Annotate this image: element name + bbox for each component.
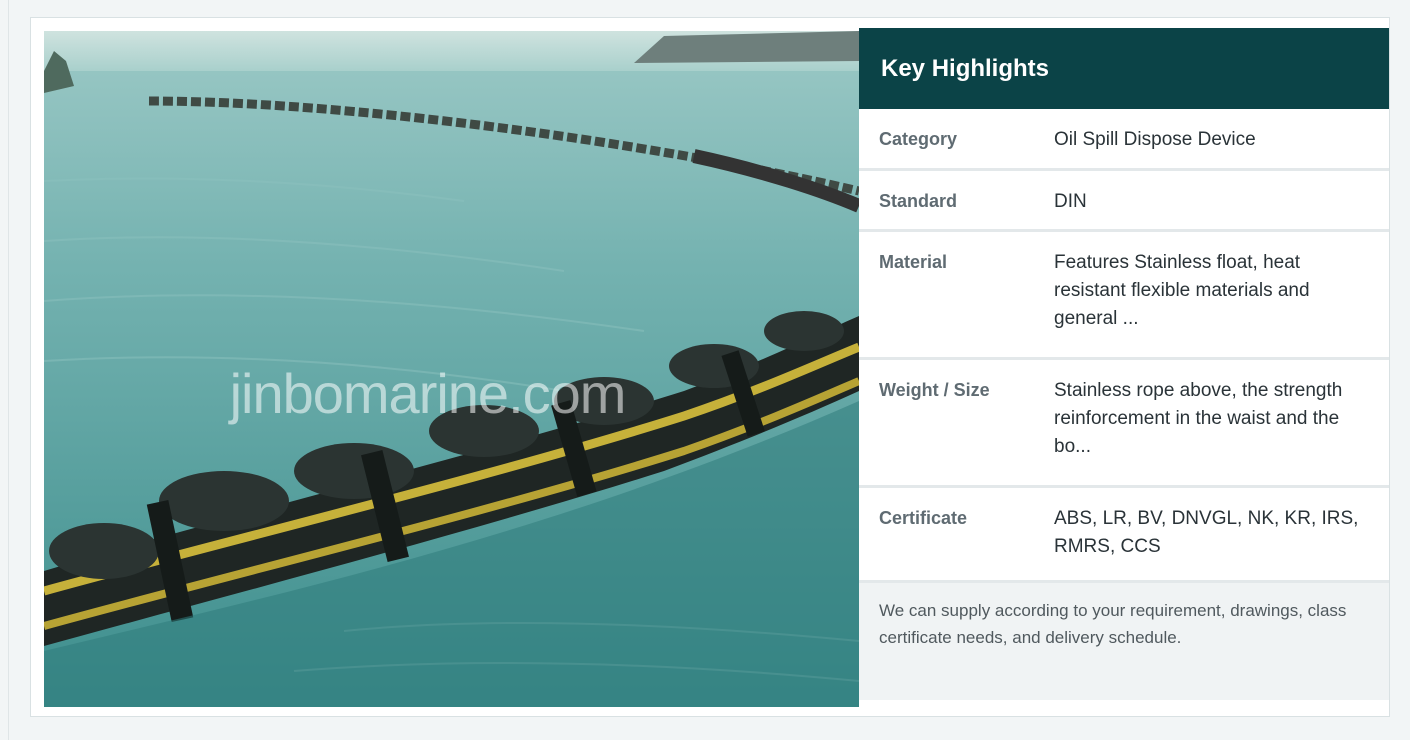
spec-label: Category	[879, 129, 958, 149]
spec-label: Weight / Size	[879, 380, 990, 400]
watermark-text: jinbomarine.com	[229, 362, 627, 425]
product-card: jinbomarine.com Key Highlights Category …	[30, 17, 1390, 717]
spec-row-weight-size: Weight / Size Stainless rope above, the …	[859, 360, 1389, 488]
spec-row-certificate: Certificate ABS, LR, BV, DNVGL, NK, KR, …	[859, 488, 1389, 583]
spec-row-category: Category Oil Spill Dispose Device	[859, 109, 1389, 171]
spec-label: Material	[879, 252, 948, 272]
spec-row-standard: Standard DIN	[859, 171, 1389, 232]
spec-value: Oil Spill Dispose Device	[1054, 129, 1256, 150]
spec-value: ABS, LR, BV, DNVGL, NK, KR, IRS, RMRS, C…	[1054, 508, 1359, 557]
spec-value: DIN	[1054, 191, 1087, 212]
spec-value: Stainless rope above, the strength reinf…	[1054, 380, 1343, 457]
product-photo[interactable]: jinbomarine.com	[44, 31, 859, 707]
spec-row-material: Material Features Stainless float, heat …	[859, 232, 1389, 360]
key-highlights-panel: Key Highlights Category Oil Spill Dispos…	[859, 28, 1389, 716]
supply-note: We can supply according to your requirem…	[859, 583, 1389, 700]
spec-value: Features Stainless float, heat resistant…	[1054, 252, 1310, 329]
spec-label: Certificate	[879, 508, 968, 528]
key-highlights-title: Key Highlights	[859, 28, 1389, 109]
spec-label: Standard	[879, 191, 958, 211]
